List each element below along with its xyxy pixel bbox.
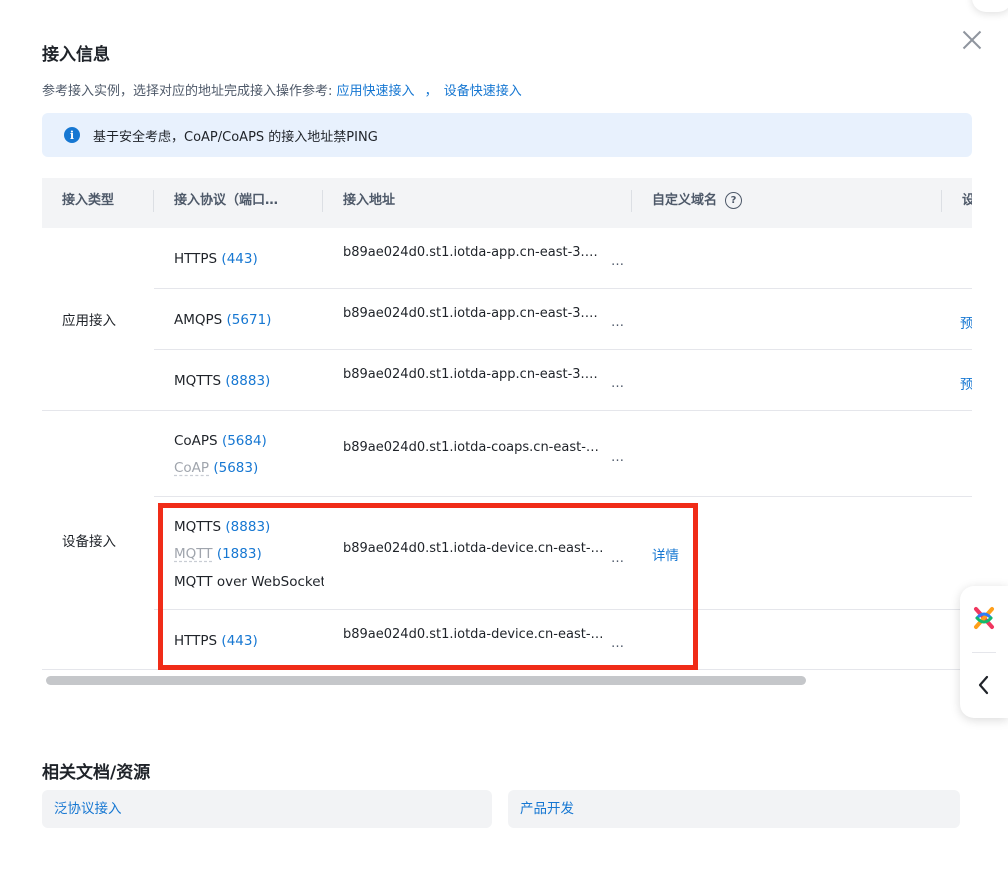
protocol-cell: CoAPS (5684) <box>174 433 267 449</box>
row-divider <box>154 496 972 497</box>
protocol-cell: MQTTS (8883) <box>174 519 270 535</box>
toolbar-divider <box>972 652 996 653</box>
more-dots-icon[interactable]: … <box>611 551 625 566</box>
link-separator: ， <box>424 84 438 99</box>
protocol-cell-secondary: MQTT (1883) <box>174 546 262 562</box>
more-dots-icon[interactable]: … <box>611 450 625 465</box>
protocol-name: CoAPS <box>174 433 218 449</box>
header-truncated: 设 <box>962 193 972 208</box>
preview-link[interactable]: 预 <box>960 373 972 393</box>
header-protocol: 接入协议（端口… <box>174 193 279 208</box>
protocol-port: (5684) <box>221 433 267 449</box>
notice-text: 基于安全考虑，CoAP/CoAPS 的接入地址禁PING <box>93 129 378 145</box>
group-device-access: 设备接入 <box>62 534 116 550</box>
address-cell: b89ae024d0.st1.iotda-coaps.cn-east-3.myh… <box>343 440 605 455</box>
header-custom-domain-label: 自定义域名 <box>652 193 718 208</box>
more-dots-icon[interactable]: … <box>611 636 625 651</box>
group-divider <box>42 410 972 411</box>
floating-side-toolbar <box>960 586 1008 718</box>
protocol-name: HTTPS <box>174 633 218 649</box>
protocol-cell: AMQPS (5671) <box>174 312 271 328</box>
app-logo-icon[interactable] <box>973 606 995 630</box>
more-dots-icon[interactable]: … <box>611 376 625 391</box>
table-header: 接入类型 接入协议（端口… 接入地址 自定义域名? 设 <box>42 178 972 228</box>
address-cell: b89ae024d0.st1.iotda-device.cn-east-3.my… <box>343 541 605 556</box>
protocol-cell: HTTPS (443) <box>174 251 258 267</box>
help-icon[interactable]: ? <box>725 192 743 209</box>
protocol-name: MQTT <box>174 546 213 562</box>
header-custom-domain: 自定义域名? <box>652 178 743 228</box>
protocol-cell: HTTPS (443) <box>174 633 258 649</box>
access-table: 接入类型 接入协议（端口… 接入地址 自定义域名? 设 应用接入 HTTPS (… <box>42 178 972 670</box>
close-icon[interactable] <box>958 26 986 54</box>
chevron-left-icon[interactable] <box>976 675 992 695</box>
protocol-port: (8883) <box>225 373 271 389</box>
more-dots-icon[interactable]: … <box>611 254 625 269</box>
header-divider <box>941 190 942 212</box>
detail-link[interactable]: 详情 <box>652 544 679 564</box>
row-divider <box>154 609 972 610</box>
table-bottom-border <box>42 669 972 670</box>
access-info-dialog: 接入信息 参考接入实例，选择对应的地址完成接入操作参考: 应用快速接入 ， 设备快… <box>0 0 1008 888</box>
resource-card-protocol-access[interactable]: 泛协议接入 <box>42 790 492 828</box>
device-quick-access-link[interactable]: 设备快速接入 <box>444 84 522 99</box>
header-address: 接入地址 <box>343 193 396 208</box>
info-icon: i <box>64 127 80 143</box>
resources-title: 相关文档/资源 <box>42 763 151 783</box>
row-divider <box>154 349 972 350</box>
protocol-cell: MQTTS (8883) <box>174 373 270 389</box>
security-notice: i 基于安全考虑，CoAP/CoAPS 的接入地址禁PING <box>42 113 972 157</box>
protocol-name: AMQPS <box>174 312 223 328</box>
protocol-port: (5683) <box>213 460 259 476</box>
header-divider <box>631 190 632 212</box>
protocol-port: (443) <box>221 633 258 649</box>
floating-top-button[interactable] <box>972 0 1008 12</box>
protocol-name: MQTTS <box>174 373 222 389</box>
header-divider <box>153 190 154 212</box>
protocol-cell-secondary: CoAP (5683) <box>174 460 258 476</box>
address-cell: b89ae024d0.st1.iotda-app.cn-east-3.myhua… <box>343 367 605 382</box>
address-cell: b89ae024d0.st1.iotda-device.cn-east-3.my… <box>343 627 605 642</box>
subtitle-text: 参考接入实例，选择对应的地址完成接入操作参考: <box>42 84 337 99</box>
protocol-name: HTTPS <box>174 251 218 267</box>
protocol-port: (5671) <box>226 312 272 328</box>
address-cell: b89ae024d0.st1.iotda-app.cn-east-3.myhua… <box>343 306 605 321</box>
resource-card-product-development[interactable]: 产品开发 <box>508 790 960 828</box>
header-access-type: 接入类型 <box>62 193 115 208</box>
table-horizontal-scrollbar[interactable] <box>46 676 806 685</box>
dialog-title: 接入信息 <box>42 45 110 65</box>
row-divider <box>154 288 972 289</box>
protocol-name: MQTTS <box>174 519 222 535</box>
protocol-cell-tertiary: MQTT over WebSocket <box>174 574 324 590</box>
group-app-access: 应用接入 <box>62 313 116 329</box>
app-quick-access-link[interactable]: 应用快速接入 <box>337 84 415 99</box>
address-cell: b89ae024d0.st1.iotda-app.cn-east-3.myhua… <box>343 245 605 260</box>
dialog-subtitle: 参考接入实例，选择对应的地址完成接入操作参考: 应用快速接入 ， 设备快速接入 <box>42 80 522 99</box>
more-dots-icon[interactable]: … <box>611 315 625 330</box>
protocol-name: CoAP <box>174 460 210 476</box>
protocol-port: (8883) <box>225 519 271 535</box>
header-divider <box>322 190 323 212</box>
protocol-port: (1883) <box>216 546 262 562</box>
protocol-port: (443) <box>221 251 258 267</box>
preview-link[interactable]: 预 <box>960 312 972 332</box>
